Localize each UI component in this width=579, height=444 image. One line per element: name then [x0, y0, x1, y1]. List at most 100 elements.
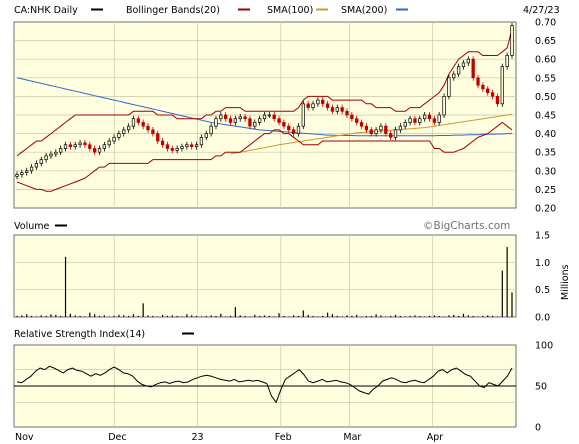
candle-body	[141, 122, 145, 127]
candle-body	[39, 159, 43, 164]
price-tick-label: 0.60	[535, 55, 556, 66]
volume-panel: 1.5 1.0 0.5 0.0	[13, 231, 550, 324]
candle-body	[253, 122, 257, 127]
candle-body	[219, 114, 223, 120]
price-tick-label: 0.30	[535, 166, 556, 177]
candle-body	[374, 129, 378, 134]
volume-tick-label: 0.5	[535, 285, 550, 296]
candle-body	[316, 99, 320, 105]
candle-body	[228, 118, 233, 123]
bollinger-legend-label: Bollinger Bands(20)	[126, 5, 220, 16]
x-tick-label: Nov	[15, 432, 34, 443]
volume-tick-label: 1.5	[535, 231, 550, 242]
rsi-tick-label: 0	[535, 423, 541, 434]
candle-body	[505, 55, 509, 67]
candle-body	[408, 118, 412, 123]
candle-body	[359, 122, 364, 127]
candle-body	[490, 92, 495, 97]
candle-body	[471, 58, 475, 79]
candle-body	[83, 142, 87, 146]
candle-body	[29, 166, 34, 172]
candle-body	[209, 125, 213, 134]
candle-body	[355, 118, 359, 123]
candle-body	[364, 125, 369, 131]
candle-body	[418, 118, 422, 123]
candle-body	[422, 114, 427, 120]
bigcharts-watermark: ©BigCharts.com	[423, 220, 510, 232]
candle-body	[88, 144, 92, 149]
symbol-label: CA:NHK Daily	[14, 5, 78, 16]
candle-body	[97, 148, 102, 153]
rsi-tick-label: 50	[535, 382, 547, 393]
price-panel: 0.70 0.65 0.60 0.55 0.50 0.45 0.40 0.35 0.30 0.25…	[13, 18, 556, 215]
candle-body	[165, 144, 170, 149]
stock-chart: CA:NHK Daily Bollinger Bands(20) SMA(100…	[13, 5, 571, 443]
rsi-tick-label: 100	[535, 341, 553, 352]
candle-body	[59, 148, 63, 153]
candle-body	[262, 114, 267, 120]
candle-body	[330, 107, 335, 112]
candle-body	[282, 122, 286, 127]
price-tick-label: 0.20	[535, 204, 556, 215]
candle-body	[437, 114, 441, 123]
x-tick-label: 23	[192, 432, 204, 443]
candle-body	[393, 129, 398, 138]
candle-body	[204, 133, 208, 138]
x-tick-label: Dec	[108, 432, 126, 443]
rsi-panel: 100 50 0	[13, 341, 553, 434]
candle-body	[238, 116, 242, 120]
candle-body	[389, 133, 393, 138]
candle-body	[296, 125, 301, 134]
candle-body	[432, 118, 437, 123]
price-tick-label: 0.35	[535, 148, 556, 159]
price-tick-label: 0.65	[535, 36, 556, 47]
candle-body	[214, 118, 218, 127]
candle-body	[456, 66, 461, 75]
candle-body	[291, 129, 296, 134]
price-tick-label: 0.45	[535, 111, 556, 122]
candle-body	[175, 148, 179, 151]
candle-body	[500, 66, 504, 105]
volume-unit-label: Millions	[560, 264, 571, 300]
candle-body	[194, 144, 199, 147]
candle-body	[306, 103, 310, 108]
candle-body	[190, 144, 194, 147]
candle-body	[413, 118, 417, 123]
volume-panel-background	[13, 234, 517, 318]
candle-body	[384, 125, 388, 134]
candle-body	[398, 125, 403, 131]
candle-body	[272, 114, 276, 120]
x-tick-label: Mar	[343, 432, 361, 443]
candle-body	[345, 110, 349, 116]
candle-body	[15, 174, 19, 177]
candle-body	[481, 84, 485, 90]
date-label: 4/27/23	[523, 5, 560, 16]
sma100-legend-label: SMA(100)	[267, 5, 313, 16]
candle-body	[146, 125, 150, 131]
candle-body	[277, 118, 281, 123]
candle-body	[461, 62, 466, 67]
candle-body	[92, 148, 97, 153]
candle-body	[107, 140, 111, 146]
candle-body	[301, 103, 305, 127]
sma200-legend-label: SMA(200)	[341, 5, 387, 16]
price-tick-label: 0.25	[535, 185, 556, 196]
candle-body	[224, 114, 228, 120]
candle-body	[170, 148, 174, 151]
candle-body	[257, 118, 262, 123]
candle-body	[131, 118, 136, 127]
rsi-y-ticks: 100 50 0	[535, 341, 553, 434]
candle-body	[34, 163, 39, 168]
x-tick-label: Apr	[427, 432, 444, 443]
candle-body	[117, 133, 121, 138]
volume-y-ticks: 1.5 1.0 0.5 0.0	[535, 231, 550, 324]
candle-body	[267, 114, 272, 117]
x-tick-label: Feb	[275, 432, 292, 443]
candle-body	[350, 114, 354, 120]
candle-body	[199, 136, 204, 146]
candle-body	[54, 151, 58, 155]
volume-title: Volume	[14, 221, 49, 232]
candle-body	[233, 118, 238, 123]
candle-body	[340, 107, 344, 112]
candle-body	[112, 136, 116, 142]
